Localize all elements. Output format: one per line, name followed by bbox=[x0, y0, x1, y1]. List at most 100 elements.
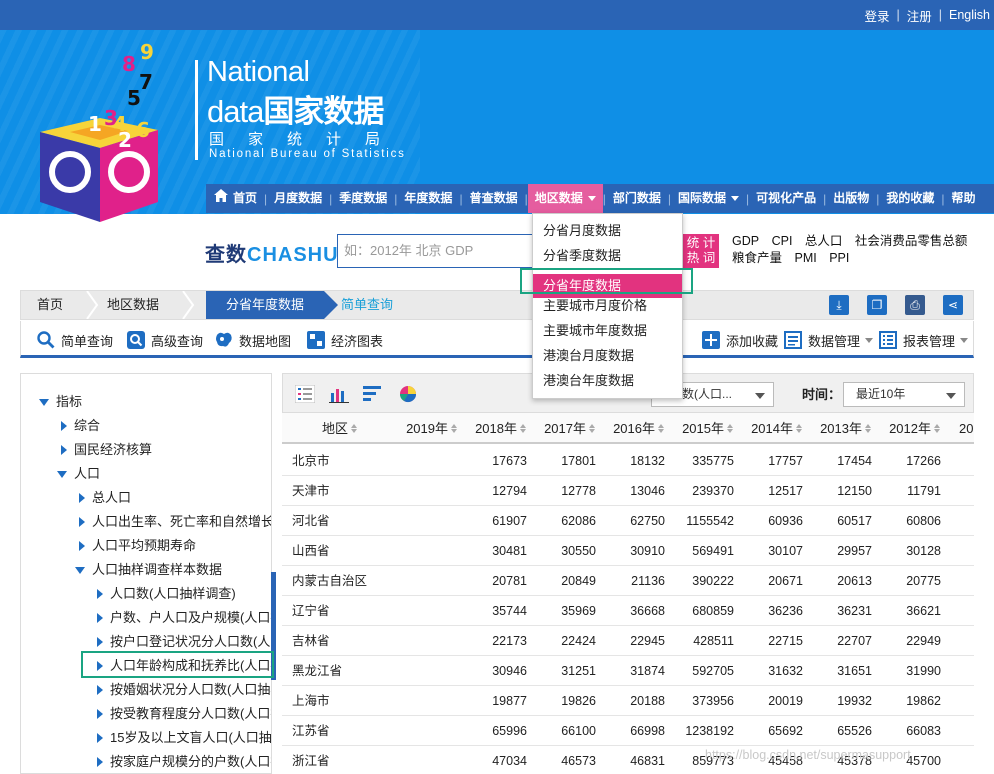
login-link[interactable]: 登录 bbox=[864, 6, 889, 25]
tree-node[interactable]: 国民经济核算 bbox=[61, 439, 152, 461]
caret-down-icon bbox=[39, 398, 49, 406]
table-row: 江苏省 65996 66100 66998 1238192 65692 65526 66083 bbox=[282, 716, 974, 746]
dropdown-item[interactable]: 主要城市月度价格 bbox=[543, 294, 647, 318]
nav-international[interactable]: 国际数据 bbox=[671, 184, 746, 213]
data-management-menu[interactable]: 数据管理 bbox=[784, 330, 874, 350]
column-header[interactable]: 2018年 bbox=[469, 413, 527, 444]
simple-query-button[interactable]: 简单查询 bbox=[37, 330, 113, 350]
crumb-simple-query[interactable]: 简单查询 bbox=[341, 291, 393, 319]
add-favorite-button[interactable]: 添加收藏 bbox=[702, 330, 778, 350]
column-header[interactable]: 2013年 bbox=[814, 413, 872, 444]
brand-data: data国家数据 bbox=[207, 94, 384, 129]
caret-right-icon bbox=[97, 685, 103, 695]
pie-chart-icon[interactable] bbox=[399, 385, 417, 406]
table-cell: 17266 bbox=[906, 454, 941, 468]
report-management-menu[interactable]: 报表管理 bbox=[879, 330, 969, 350]
column-header[interactable]: 20 bbox=[959, 413, 974, 444]
tree-node[interactable]: 综合 bbox=[61, 415, 100, 437]
hot-word-link[interactable]: PMI bbox=[795, 251, 817, 265]
hot-words: GDP CPI 总人口 社会消费品零售总额 粮食产量 PMI PPI bbox=[732, 233, 992, 267]
share-icon[interactable]: ⋖ bbox=[943, 295, 963, 315]
hot-word-link[interactable]: GDP bbox=[732, 234, 759, 248]
download-icon[interactable]: ⤓ bbox=[829, 295, 849, 315]
dropdown-item[interactable]: 分省月度数据 bbox=[543, 219, 621, 243]
nav-publications[interactable]: 出版物 bbox=[826, 184, 876, 213]
nav-help[interactable]: 帮助 bbox=[945, 184, 983, 213]
copy-icon[interactable]: ❐ bbox=[867, 295, 887, 315]
tree-node[interactable]: 人口抽样调查样本数据 bbox=[75, 559, 222, 581]
time-range-select[interactable]: 最近10年 bbox=[843, 382, 965, 407]
horizontal-bar-icon[interactable] bbox=[363, 385, 383, 406]
hot-word-link[interactable]: 社会消费品零售总额 bbox=[855, 234, 968, 248]
nav-favorites[interactable]: 我的收藏 bbox=[879, 184, 941, 213]
nav-census[interactable]: 普查数据 bbox=[463, 184, 525, 213]
table-cell: 65996 bbox=[492, 724, 527, 738]
tree-node[interactable]: 按婚姻状况分人口数(人口抽样调查) bbox=[97, 679, 271, 701]
region-name: 江苏省 bbox=[292, 724, 330, 738]
column-header[interactable]: 地区 bbox=[322, 413, 358, 444]
table-cell: 30550 bbox=[561, 544, 596, 558]
advanced-query-button[interactable]: 高级查询 bbox=[127, 330, 203, 350]
digit-6: 6 bbox=[136, 118, 150, 142]
tree-node[interactable]: 户数、户人口及户规模(人口抽样调查) bbox=[97, 607, 271, 629]
tree-node[interactable]: 按家庭户规模分的户数(人口抽样调查) bbox=[97, 751, 271, 773]
table-cell: 20019 bbox=[768, 694, 803, 708]
hot-word-link[interactable]: 粮食产量 bbox=[732, 251, 782, 265]
table-cell: 19826 bbox=[561, 694, 596, 708]
tree-node[interactable]: 总人口 bbox=[79, 487, 131, 509]
nav-department[interactable]: 部门数据 bbox=[606, 184, 668, 213]
dropdown-item[interactable]: 港澳台月度数据 bbox=[543, 344, 634, 368]
table-cell: 1238192 bbox=[685, 724, 734, 738]
tree-node[interactable]: 15岁及以上文盲人口(人口抽样调查) bbox=[97, 727, 271, 749]
report-icon bbox=[879, 331, 897, 349]
table-cell: 36668 bbox=[630, 604, 665, 618]
table-view-icon[interactable] bbox=[294, 384, 316, 406]
hot-word-link[interactable]: CPI bbox=[772, 234, 793, 248]
column-header[interactable]: 2019年 bbox=[400, 413, 458, 444]
dropdown-item[interactable]: 主要城市年度数据 bbox=[543, 319, 647, 343]
nav-annual[interactable]: 年度数据 bbox=[397, 184, 459, 213]
tree-node[interactable]: 人口 bbox=[57, 463, 100, 485]
crumb-home[interactable]: 首页 bbox=[37, 291, 63, 319]
economic-chart-button[interactable]: 经济图表 bbox=[307, 330, 383, 350]
tree-node-root[interactable]: 指标 bbox=[39, 391, 82, 413]
bar-chart-icon[interactable] bbox=[329, 385, 349, 406]
table-row: 上海市 19877 19826 20188 373956 20019 19932 19862 bbox=[282, 686, 974, 716]
sort-icon bbox=[658, 424, 665, 433]
region-name: 山西省 bbox=[292, 544, 330, 558]
tree-node[interactable]: 按户口登记状况分人口数(人口抽样调查) bbox=[97, 631, 271, 653]
dropdown-item[interactable]: 港澳台年度数据 bbox=[543, 369, 634, 393]
tree-node[interactable]: 人口数(人口抽样调查) bbox=[97, 583, 236, 605]
nav-home[interactable]: 首页 bbox=[206, 184, 264, 213]
hot-word-link[interactable]: 总人口 bbox=[805, 234, 843, 248]
table-cell: 12150 bbox=[837, 484, 872, 498]
register-link[interactable]: 注册 bbox=[907, 6, 932, 25]
column-header[interactable]: 2014年 bbox=[745, 413, 803, 444]
english-link[interactable]: English bbox=[949, 8, 990, 22]
print-icon[interactable]: ⎙ bbox=[905, 295, 925, 315]
table-row: 黑龙江省 30946 31251 31874 592705 31632 31651 31990 bbox=[282, 656, 974, 686]
table-cell: 22424 bbox=[561, 634, 596, 648]
table-cell: 66100 bbox=[561, 724, 596, 738]
table-cell: 36236 bbox=[768, 604, 803, 618]
hot-word-link[interactable]: PPI bbox=[829, 251, 849, 265]
column-header[interactable]: 2012年 bbox=[883, 413, 941, 444]
dropdown-item[interactable]: 分省季度数据 bbox=[543, 244, 621, 268]
column-header[interactable]: 2017年 bbox=[538, 413, 596, 444]
tree-node[interactable]: 按受教育程度分人口数(人口抽样调查) bbox=[97, 703, 271, 725]
nav-visualization[interactable]: 可视化产品 bbox=[749, 184, 823, 213]
column-header[interactable]: 2015年 bbox=[676, 413, 734, 444]
main-nav: 首页 | 月度数据 | 季度数据 | 年度数据 | 普查数据 | 地区数据 | … bbox=[206, 184, 994, 213]
home-icon bbox=[214, 184, 228, 213]
nav-quarterly[interactable]: 季度数据 bbox=[332, 184, 394, 213]
tree-node[interactable]: 人口平均预期寿命 bbox=[79, 535, 196, 557]
tree-node[interactable]: 人口出生率、死亡率和自然增长率 bbox=[79, 511, 271, 533]
nav-regional[interactable]: 地区数据 bbox=[527, 184, 603, 213]
nav-monthly[interactable]: 月度数据 bbox=[267, 184, 329, 213]
table-cell: 30128 bbox=[906, 544, 941, 558]
crumb-regional[interactable]: 地区数据 bbox=[107, 291, 159, 319]
crumb-provincial-annual[interactable]: 分省年度数据 bbox=[206, 291, 338, 319]
column-header[interactable]: 2016年 bbox=[607, 413, 665, 444]
watermark: https://blog.csdn.net/supermasupport bbox=[705, 748, 911, 762]
data-map-button[interactable]: 数据地图 bbox=[215, 330, 291, 350]
